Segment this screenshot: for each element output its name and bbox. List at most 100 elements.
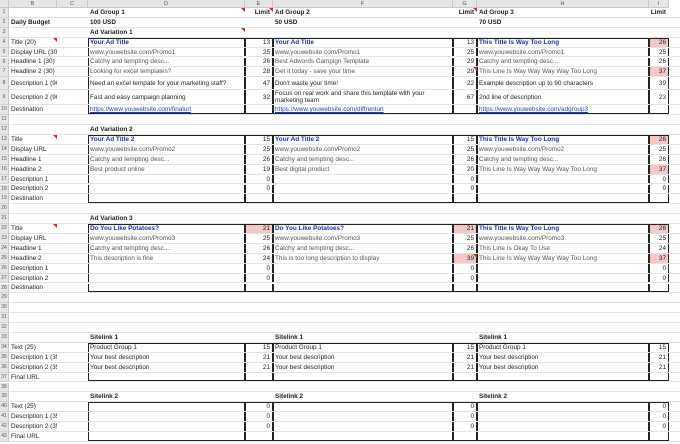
cell-d18[interactable] [88, 185, 245, 194]
cell-d15[interactable]: Catchy and tempting desc... [88, 155, 245, 164]
cell-b8[interactable]: Description 1 (90) [9, 77, 57, 89]
cell-f10[interactable]: https://www.youwebsite.com/diffrenturl [273, 105, 453, 114]
cell-d5[interactable]: www.youwebsite.com/Promo1 [88, 48, 245, 57]
cell-e24[interactable]: 26 [245, 244, 273, 253]
cell-g24[interactable]: 26 [453, 244, 477, 253]
row-header[interactable]: 6 [0, 57, 9, 68]
cell-f22[interactable]: Do You Like Potatoes? [273, 224, 453, 233]
cell-f23[interactable]: www.youwebsite.com/Promo3 [273, 234, 453, 243]
cell-b4[interactable]: Title (20) [9, 38, 57, 47]
cell-g41[interactable]: 0 [453, 412, 477, 421]
cell-b7[interactable]: Headline 2 (30) [9, 67, 57, 76]
cell-g40[interactable]: 0 [453, 402, 477, 411]
row-header[interactable]: 39 [0, 392, 9, 403]
cell-g14[interactable]: 25 [453, 145, 477, 154]
cell-h10[interactable]: https://www.youwebsite.com/adgroup3 [477, 105, 649, 114]
cell-h14[interactable]: www.youwebsite.com/Promo2 [477, 145, 649, 154]
cell-frame[interactable] [453, 283, 477, 293]
cell-frame[interactable] [649, 432, 669, 441]
cell-frame[interactable] [649, 105, 669, 115]
cell-h39[interactable]: Sitelink 2 [477, 392, 649, 401]
cell-i6[interactable]: 26 [649, 58, 669, 67]
cell-h34[interactable]: Product Group 1 [477, 343, 649, 352]
cell-frame[interactable] [453, 105, 477, 115]
row-header[interactable]: 1 [0, 8, 9, 18]
cell-e15[interactable]: 26 [245, 155, 273, 164]
cell-g8[interactable]: 22 [453, 77, 477, 89]
cell-g6[interactable]: 29 [453, 58, 477, 67]
cell-i24[interactable]: 24 [649, 244, 669, 253]
cell-e18[interactable]: 0 [245, 185, 273, 194]
cell-frame[interactable] [649, 372, 669, 382]
cell-h1[interactable]: Ad Group 3 [477, 8, 649, 17]
row-header[interactable]: 10 [0, 105, 9, 116]
cell-d13[interactable]: Your Ad Title 2 [88, 135, 245, 144]
cell-b35[interactable]: Description 1 (35) [9, 353, 57, 362]
cell-d33[interactable]: Sitelink 1 [88, 333, 245, 342]
cell-e6[interactable]: 26 [245, 58, 273, 67]
cell-frame[interactable] [477, 372, 649, 382]
cell-b17[interactable]: Description 1 [9, 175, 57, 184]
cell-h26[interactable] [477, 264, 649, 273]
cell-d6[interactable]: Catchy and tempting desc... [88, 58, 245, 67]
cell-f34[interactable]: Product Group 1 [273, 343, 453, 352]
cell-f6[interactable]: Best Adwords Campign Template [273, 58, 453, 67]
cell-b40[interactable]: Text (25) [9, 402, 57, 411]
cell-frame[interactable] [245, 105, 273, 115]
cell-h16[interactable]: This Line Is Way Way Way Way Too Long [477, 165, 649, 174]
row-header[interactable]: 11 [0, 115, 9, 126]
row-header[interactable]: 13 [0, 135, 9, 145]
cell-frame[interactable] [245, 372, 273, 382]
cell-e36[interactable]: 21 [245, 363, 273, 372]
cell-f17[interactable] [273, 175, 453, 184]
cell-d10[interactable]: https://www.youwebsite.com/finalurl [88, 105, 245, 114]
cell-h4[interactable]: This Title Is Way Too Long [477, 38, 649, 47]
cell-i16[interactable]: 37 [649, 165, 669, 174]
cell-h36[interactable]: Your best description [477, 363, 649, 372]
cell-f9[interactable]: Focus on real work and share this templa… [273, 90, 453, 104]
row-header[interactable]: 23 [0, 234, 9, 244]
cell-h25[interactable]: This Line Is Way Way Way Way Too Long [477, 254, 649, 263]
cell-d27[interactable] [88, 274, 245, 283]
cell-b15[interactable]: Headline 1 [9, 155, 57, 164]
cell-f16[interactable]: Best digital product [273, 165, 453, 174]
cell-frame[interactable] [273, 422, 453, 431]
row-header[interactable]: 36 [0, 362, 9, 373]
row-header[interactable]: 20 [0, 204, 9, 215]
cell-b14[interactable]: Display URL [9, 145, 57, 154]
cell-h8[interactable]: Example description up to 90 characters [477, 77, 649, 89]
cell-frame[interactable] [88, 422, 245, 431]
cell-d2[interactable]: 100 USD [88, 18, 245, 27]
cell-i18[interactable]: 0 [649, 185, 669, 194]
cell-e35[interactable]: 21 [245, 353, 273, 362]
cell-e25[interactable]: 24 [245, 254, 273, 263]
row-header[interactable]: 16 [0, 164, 9, 175]
cell-g18[interactable]: 0 [453, 185, 477, 194]
comment-indicator-icon[interactable] [473, 67, 477, 72]
cell-e27[interactable]: 0 [245, 274, 273, 283]
cell-b41[interactable]: Description 1 (35) [9, 412, 57, 421]
select-all-corner[interactable] [0, 0, 9, 8]
cell-e7[interactable]: 28 [245, 67, 273, 76]
row-header[interactable]: 19 [0, 194, 9, 205]
cell-b23[interactable]: Display URL [9, 234, 57, 243]
cell-e23[interactable]: 25 [245, 234, 273, 243]
comment-indicator-icon[interactable] [241, 27, 245, 32]
row-header[interactable]: 26 [0, 263, 9, 274]
cell-h15[interactable]: Catchy and tempting desc... [477, 155, 649, 164]
cell-g16[interactable]: 20 [453, 165, 477, 174]
cell-e8[interactable]: 47 [245, 77, 273, 89]
cell-d25[interactable]: This description is fine [88, 254, 245, 263]
cell-h5[interactable]: www.youwebsite.com/Promo1 [477, 48, 649, 57]
cell-d28[interactable] [88, 284, 245, 293]
cell-b24[interactable]: Headline 1 [9, 244, 57, 253]
cell-f25[interactable]: This is too long description to display [273, 254, 453, 263]
cell-f13[interactable]: Your Ad Title 2 [273, 135, 453, 144]
cell-frame[interactable] [273, 432, 453, 441]
cell-g23[interactable]: 25 [453, 234, 477, 243]
cell-h2[interactable]: 70 USD [477, 18, 649, 27]
cell-f36[interactable]: Your best description [273, 363, 453, 372]
cell-frame[interactable] [477, 412, 649, 422]
cell-g17[interactable]: 0 [453, 175, 477, 184]
cell-e14[interactable]: 25 [245, 145, 273, 154]
